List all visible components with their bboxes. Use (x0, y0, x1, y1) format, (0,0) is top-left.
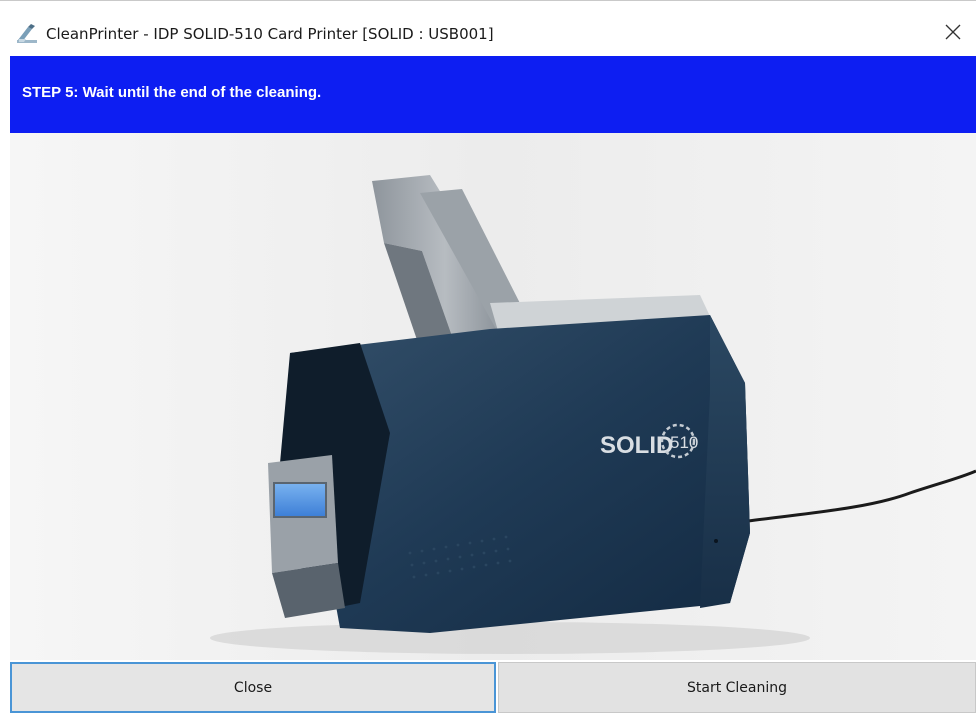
clean-printer-window: CleanPrinter - IDP SOLID-510 Card Printe… (0, 0, 976, 715)
start-cleaning-button[interactable]: Start Cleaning (498, 662, 976, 713)
window-title: CleanPrinter - IDP SOLID-510 Card Printe… (46, 25, 494, 43)
clean-printer-icon (16, 23, 38, 45)
step-banner: STEP 5: Wait until the end of the cleani… (10, 56, 976, 133)
printer-logo-model: 510 (670, 433, 698, 452)
close-icon[interactable] (940, 19, 966, 45)
title-bar: CleanPrinter - IDP SOLID-510 Card Printe… (0, 0, 976, 56)
close-button[interactable]: Close (10, 662, 496, 713)
step-instruction: STEP 5: Wait until the end of the cleani… (22, 84, 322, 101)
printer-photo: SOLID 510 (10, 133, 976, 660)
